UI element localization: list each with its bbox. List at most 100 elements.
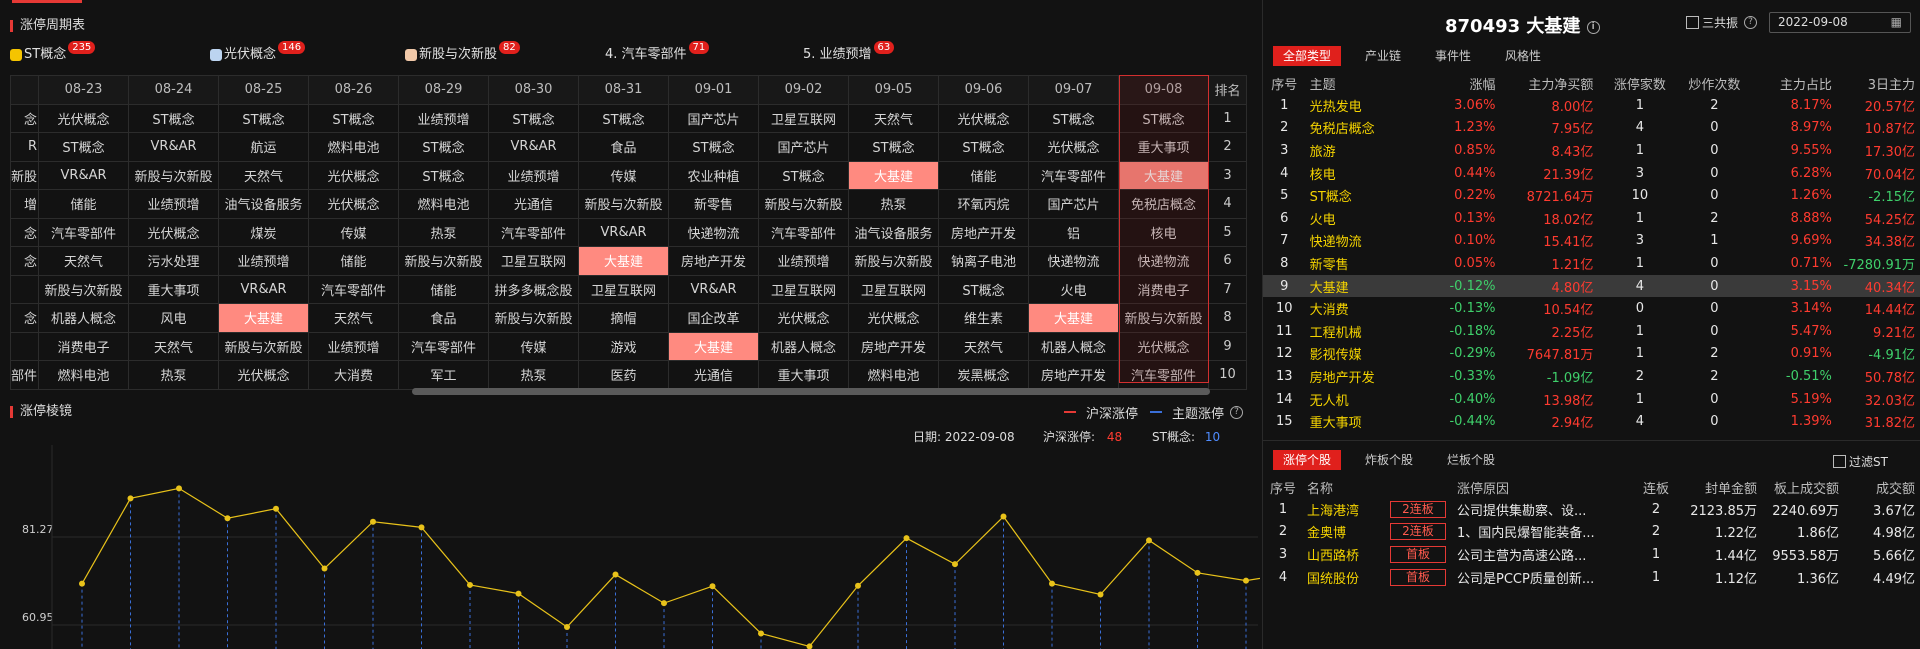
concept-cell[interactable]: 免税店概念 — [1118, 189, 1210, 219]
concept-cell[interactable]: 汽车零部件 — [308, 274, 400, 304]
concept-cell[interactable]: 业绩预增 — [488, 160, 580, 190]
concept-cell[interactable]: 天然气 — [938, 331, 1030, 361]
theme-header[interactable]: 主力占比 — [1748, 72, 1837, 94]
concept-cell[interactable]: 快递物流 — [668, 217, 760, 247]
concept-cell[interactable]: 汽车零部件 — [1118, 360, 1210, 390]
tab-stock-2[interactable]: 事件性 — [1425, 46, 1481, 66]
resonance-help-icon[interactable]: ? — [1744, 16, 1758, 29]
concept-cell[interactable]: ST概念 — [1028, 103, 1120, 133]
concept-cell[interactable]: 房地产开发 — [668, 246, 760, 276]
concept-cell[interactable]: 钠离子电池 — [938, 246, 1030, 276]
concept-cell[interactable]: 热泵 — [128, 360, 220, 390]
concept-cell[interactable]: 房地产开发 — [848, 331, 940, 361]
data-point[interactable] — [1000, 513, 1007, 520]
concept-cell[interactable]: 卫星互联网 — [758, 274, 850, 304]
concept-cell[interactable]: 快递物流 — [1028, 246, 1120, 276]
tab-limitup-0[interactable]: 涨停个股 — [1273, 450, 1342, 470]
theme-header[interactable]: 主力净买额 — [1501, 72, 1599, 94]
concept-cell[interactable]: 业绩预增 — [308, 331, 400, 361]
concept-cell[interactable]: 铝 — [1028, 217, 1120, 247]
data-point[interactable] — [952, 561, 958, 568]
tab-limitup-1[interactable]: 炸板个股 — [1355, 450, 1423, 470]
concept-cell[interactable]: 光伏概念 — [308, 189, 400, 219]
data-point[interactable] — [79, 580, 85, 587]
concept-cell[interactable]: 国产芯片 — [1028, 189, 1120, 219]
horizontal-scrollbar[interactable] — [412, 388, 1210, 395]
concept-cell[interactable]: 房地产开发 — [1028, 360, 1120, 390]
concept-cell[interactable]: ST概念 — [398, 132, 490, 162]
data-point[interactable] — [127, 495, 134, 502]
limitup-header[interactable]: 序号 — [1263, 476, 1303, 498]
concept-cell[interactable]: 燃料电池 — [398, 189, 490, 219]
concept-cell[interactable]: VR&AR — [488, 132, 580, 162]
concept-cell[interactable]: 新股与次新股 — [128, 160, 220, 190]
concept-cell[interactable]: 储能 — [398, 274, 490, 304]
concept-cell[interactable]: 光通信 — [488, 189, 580, 219]
theme-row[interactable]: 15 重大事项 -0.44% 2.94亿 4 0 1.39% 31.82亿 — [1263, 410, 1920, 433]
concept-cell[interactable]: VR&AR — [38, 160, 130, 190]
concept-cell[interactable]: 摘帽 — [578, 303, 670, 333]
concept-cell[interactable]: 光通信 — [668, 360, 760, 390]
limitup-header[interactable]: 成交额 — [1845, 476, 1920, 498]
concept-cell[interactable]: 传媒 — [578, 160, 670, 190]
concept-cell[interactable]: 军工 — [398, 360, 490, 390]
concept-cell[interactable]: 新股与次新股 — [38, 274, 130, 304]
data-point[interactable] — [903, 535, 910, 542]
data-point[interactable] — [467, 581, 473, 588]
concept-cell[interactable]: 新股与次新股 — [578, 189, 670, 219]
concept-cell[interactable]: ST概念 — [128, 103, 220, 133]
limitup-header[interactable]: 封单金额 — [1679, 476, 1763, 498]
concept-cell[interactable]: 大基建 — [578, 246, 670, 276]
concept-cell[interactable]: 光伏概念 — [938, 103, 1030, 133]
concept-cell[interactable]: 重大事项 — [128, 274, 220, 304]
date-picker[interactable]: 2022-09-08 ▦ — [1769, 12, 1911, 33]
theme-row[interactable]: 4 核电 0.44% 21.39亿 3 0 6.28% 70.04亿 — [1263, 162, 1920, 185]
concept-cell[interactable]: 汽车零部件 — [758, 217, 850, 247]
concept-tag[interactable]: ST概念 235 — [10, 40, 96, 66]
date-header[interactable]: 09-07 — [1028, 75, 1120, 105]
limitup-row[interactable]: 1 上海港湾 2连板 公司提供集勘察、设... 2 2123.85万 2240.69万 3.6… — [1263, 498, 1920, 521]
data-point[interactable] — [176, 485, 182, 492]
concept-cell[interactable]: ST概念 — [398, 160, 490, 190]
concept-cell[interactable]: 光伏概念 — [308, 160, 400, 190]
data-point[interactable] — [1097, 591, 1104, 598]
data-point[interactable] — [661, 600, 667, 607]
concept-cell[interactable]: ST概念 — [1118, 103, 1210, 133]
concept-cell[interactable]: 消费电子 — [1118, 274, 1210, 304]
concept-cell[interactable]: 天然气 — [218, 160, 310, 190]
data-point[interactable] — [515, 590, 522, 597]
concept-cell[interactable]: 机器人概念 — [1028, 331, 1120, 361]
theme-row[interactable]: 8 新零售 0.05% 1.21亿 1 0 0.71% -7280.91万 — [1263, 252, 1920, 275]
concept-cell[interactable]: ST概念 — [848, 132, 940, 162]
concept-cell[interactable]: ST概念 — [938, 132, 1030, 162]
theme-row[interactable]: 9 大基建 -0.12% 4.80亿 4 0 3.15% 40.34亿 — [1263, 274, 1920, 298]
concept-cell[interactable]: 新股与次新股 — [488, 303, 580, 333]
concept-cell[interactable]: 大基建 — [218, 303, 310, 333]
concept-cell[interactable]: 传媒 — [488, 331, 580, 361]
tab-limitup-2[interactable]: 烂板个股 — [1437, 450, 1505, 470]
concept-cell[interactable]: 燃料电池 — [848, 360, 940, 390]
concept-cell[interactable]: 汽车零部件 — [38, 217, 130, 247]
data-point[interactable] — [321, 565, 328, 572]
theme-row[interactable]: 12 影视传媒 -0.29% 7647.81万 1 2 0.91% -4.91亿 — [1263, 343, 1920, 366]
concept-cell[interactable]: ST概念 — [308, 103, 400, 133]
concept-cell[interactable]: ST概念 — [218, 103, 310, 133]
concept-cell[interactable]: 核电 — [1118, 217, 1210, 247]
theme-row[interactable]: 5 ST概念 0.22% 8721.64万 10 0 1.26% -2.15亿 — [1263, 184, 1920, 207]
concept-cell[interactable]: 业绩预增 — [398, 103, 490, 133]
theme-row[interactable]: 13 房地产开发 -0.33% -1.09亿 2 2 -0.51% 50.78亿 — [1263, 365, 1920, 388]
data-point[interactable] — [370, 518, 376, 525]
theme-header[interactable]: 涨停家数 — [1599, 72, 1680, 94]
resonance-checkbox[interactable] — [1686, 16, 1699, 29]
concept-cell[interactable]: VR&AR — [578, 217, 670, 247]
concept-cell[interactable]: 新股与次新股 — [758, 189, 850, 219]
concept-cell[interactable]: 新股与次新股 — [848, 246, 940, 276]
tab-stock-1[interactable]: 产业链 — [1355, 46, 1411, 66]
concept-cell[interactable]: 天然气 — [128, 331, 220, 361]
date-header[interactable]: 08-24 — [128, 75, 220, 105]
concept-cell[interactable]: 汽车零部件 — [398, 331, 490, 361]
concept-cell[interactable]: 光伏概念 — [128, 217, 220, 247]
date-header[interactable]: 08-23 — [38, 75, 130, 105]
concept-cell[interactable]: 机器人概念 — [38, 303, 130, 333]
data-point[interactable] — [612, 571, 619, 578]
